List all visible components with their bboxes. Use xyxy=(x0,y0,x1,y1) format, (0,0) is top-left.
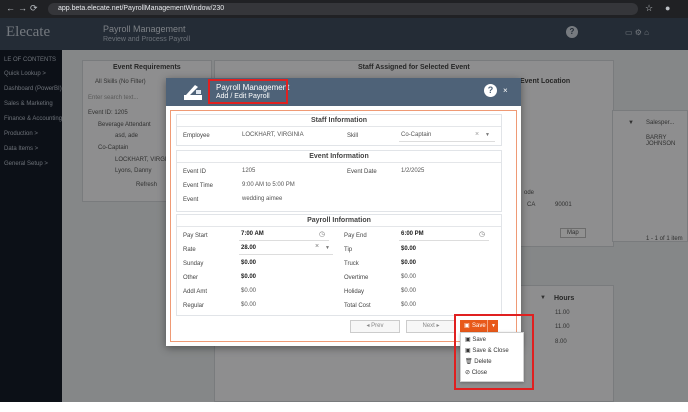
event-id-value: 1205 xyxy=(242,168,256,174)
other-value[interactable]: $0.00 xyxy=(241,274,256,280)
clock-icon[interactable]: ◷ xyxy=(319,230,325,238)
help-icon[interactable]: ? xyxy=(484,84,497,97)
event-info-title: Event Information xyxy=(309,153,369,160)
skill-value: Co-Captain xyxy=(401,132,432,138)
clear-icon[interactable]: × xyxy=(315,243,319,250)
tip-value[interactable]: $0.00 xyxy=(401,246,416,252)
event-value: wedding aimee xyxy=(242,196,283,202)
divider xyxy=(177,126,501,127)
employee-value: LOCKHART, VIRGINIA xyxy=(242,132,304,138)
prev-button[interactable]: ◂ Prev xyxy=(350,320,400,333)
regular-label: Regular xyxy=(183,303,205,309)
payroll-icon xyxy=(184,85,202,100)
clock-icon[interactable]: ◷ xyxy=(479,230,485,238)
event-time-label: Event Time xyxy=(183,183,214,189)
pay-start-input[interactable]: 7:00 AM ◷ xyxy=(239,229,329,241)
sunday-value[interactable]: $0.00 xyxy=(241,260,256,266)
staff-info-title: Staff Information xyxy=(311,117,367,124)
forward-icon[interactable]: → xyxy=(18,3,27,13)
rate-value: 28.00 xyxy=(241,245,257,251)
payroll-info-title: Payroll Information xyxy=(307,217,371,224)
total-cost-value: $0.00 xyxy=(401,302,417,308)
event-info-section: Event Information Event ID 1205 Event Da… xyxy=(176,150,502,212)
next-button[interactable]: Next ▸ xyxy=(406,320,456,333)
staff-info-section: Staff Information Employee LOCKHART, VIR… xyxy=(176,114,502,146)
event-id-label: Event ID xyxy=(183,169,207,175)
truck-label: Truck xyxy=(344,261,359,267)
total-cost-label: Total Cost xyxy=(344,303,371,309)
pay-start-label: Pay Start xyxy=(183,233,208,239)
holiday-value: $0.00 xyxy=(401,288,417,294)
save-highlight-box xyxy=(454,314,534,390)
modal-header: Payroll Management Add / Edit Payroll ? … xyxy=(166,78,521,106)
url-text: app.beta.elecate.net/PayrollManagementWi… xyxy=(58,5,225,12)
event-date-label: Event Date xyxy=(347,169,377,175)
browser-bar: ← → ⟳ app.beta.elecate.net/PayrollManage… xyxy=(0,0,688,18)
other-label: Other xyxy=(183,275,199,281)
regular-value: $0.00 xyxy=(241,302,257,308)
addl-amt-label: Addl Amt xyxy=(183,289,208,295)
overtime-label: Overtime xyxy=(344,275,369,281)
divider xyxy=(177,226,501,227)
event-date-value: 1/2/2025 xyxy=(401,168,425,174)
pay-start-value: 7:00 AM xyxy=(241,231,264,237)
pay-end-label: Pay End xyxy=(344,233,367,239)
holiday-label: Holiday xyxy=(344,289,365,295)
payroll-modal: Payroll Management Add / Edit Payroll ? … xyxy=(166,78,521,346)
reload-icon[interactable]: ⟳ xyxy=(30,3,38,14)
close-icon[interactable]: × xyxy=(503,86,508,95)
truck-value[interactable]: $0.00 xyxy=(401,260,416,266)
event-label: Event xyxy=(183,197,199,203)
skill-select[interactable]: Co-Captain × ▼ xyxy=(399,129,495,142)
rate-input[interactable]: 28.00 × ▼ xyxy=(239,243,333,255)
chevron-down-icon[interactable]: ▼ xyxy=(325,245,330,251)
sunday-label: Sunday xyxy=(183,261,204,267)
tip-label: Tip xyxy=(344,247,353,253)
addl-amt-value: $0.00 xyxy=(241,288,257,294)
rate-label: Rate xyxy=(183,247,196,253)
back-icon[interactable]: ← xyxy=(6,3,15,13)
payroll-info-section: Payroll Information Pay Start 7:00 AM ◷ … xyxy=(176,214,502,316)
pay-end-value: 6:00 PM xyxy=(401,231,424,237)
pay-end-input[interactable]: 6:00 PM ◷ xyxy=(399,229,489,241)
divider xyxy=(177,162,501,163)
star-icon[interactable]: ☆ xyxy=(645,3,653,14)
employee-label: Employee xyxy=(183,133,210,139)
event-time-value: 9:00 AM to 5:00 PM xyxy=(242,182,295,188)
profile-icon[interactable]: ● xyxy=(665,3,670,13)
clear-icon[interactable]: × xyxy=(475,131,479,138)
skill-label: Skill xyxy=(347,133,359,139)
chevron-down-icon[interactable]: ▼ xyxy=(485,132,490,138)
title-highlight-box xyxy=(208,79,288,104)
overtime-value: $0.00 xyxy=(401,274,417,280)
